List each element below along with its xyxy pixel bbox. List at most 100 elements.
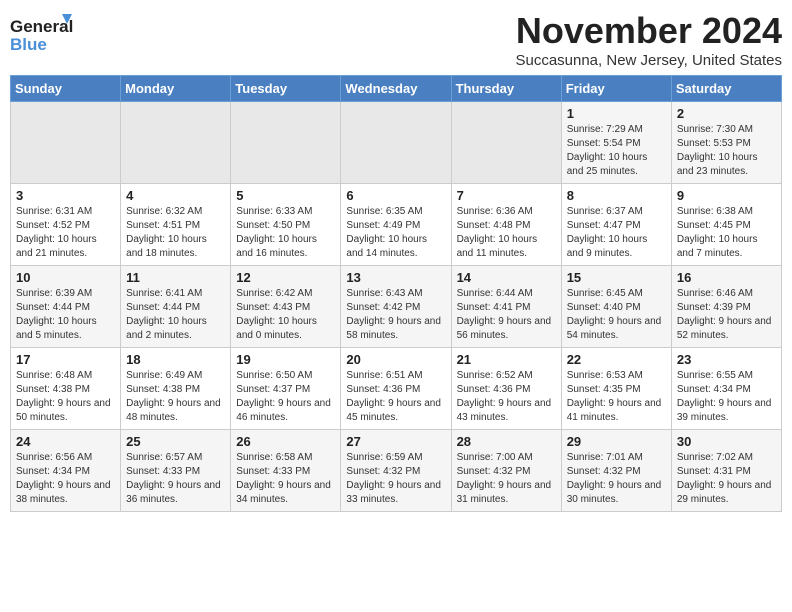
day-info: Sunrise: 6:48 AM Sunset: 4:38 PM Dayligh… [16, 369, 115, 425]
day-number: 24 [16, 434, 115, 449]
day-number: 9 [677, 188, 776, 203]
day-number: 5 [236, 188, 335, 203]
day-info: Sunrise: 6:55 AM Sunset: 4:34 PM Dayligh… [677, 369, 776, 425]
day-number: 17 [16, 352, 115, 367]
calendar-cell: 25 Sunrise: 6:57 AM Sunset: 4:33 PM Dayli… [121, 430, 231, 512]
day-info: Sunrise: 6:43 AM Sunset: 4:42 PM Dayligh… [346, 287, 445, 343]
day-info: Sunrise: 6:31 AM Sunset: 4:52 PM Dayligh… [16, 205, 115, 261]
day-info: Sunrise: 6:56 AM Sunset: 4:34 PM Dayligh… [16, 451, 115, 507]
day-number: 26 [236, 434, 335, 449]
day-number: 11 [126, 270, 225, 285]
day-info: Sunrise: 6:37 AM Sunset: 4:47 PM Dayligh… [567, 205, 666, 261]
day-info: Sunrise: 6:46 AM Sunset: 4:39 PM Dayligh… [677, 287, 776, 343]
day-info: Sunrise: 6:44 AM Sunset: 4:41 PM Dayligh… [457, 287, 556, 343]
weekday-header-saturday: Saturday [671, 76, 781, 102]
day-number: 7 [457, 188, 556, 203]
calendar-cell [11, 102, 121, 184]
calendar-cell [341, 102, 451, 184]
location: Succasunna, New Jersey, United States [515, 52, 782, 69]
calendar-cell: 18 Sunrise: 6:49 AM Sunset: 4:38 PM Dayli… [121, 348, 231, 430]
day-info: Sunrise: 6:45 AM Sunset: 4:40 PM Dayligh… [567, 287, 666, 343]
day-info: Sunrise: 6:41 AM Sunset: 4:44 PM Dayligh… [126, 287, 225, 343]
day-number: 6 [346, 188, 445, 203]
day-number: 20 [346, 352, 445, 367]
calendar-cell: 12Sunrise: 6:42 AM Sunset: 4:43 PM Dayli… [231, 266, 341, 348]
day-info: Sunrise: 6:33 AM Sunset: 4:50 PM Dayligh… [236, 205, 335, 261]
day-number: 28 [457, 434, 556, 449]
calendar-cell: 27Sunrise: 6:59 AM Sunset: 4:32 PM Dayli… [341, 430, 451, 512]
day-number: 19 [236, 352, 335, 367]
weekday-header-tuesday: Tuesday [231, 76, 341, 102]
day-info: Sunrise: 6:51 AM Sunset: 4:36 PM Dayligh… [346, 369, 445, 425]
calendar-cell: 19 Sunrise: 6:50 AM Sunset: 4:37 PM Dayli… [231, 348, 341, 430]
calendar-cell: 26 Sunrise: 6:58 AM Sunset: 4:33 PM Dayli… [231, 430, 341, 512]
calendar-cell [451, 102, 561, 184]
day-info: Sunrise: 6:57 AM Sunset: 4:33 PM Dayligh… [126, 451, 225, 507]
day-number: 23 [677, 352, 776, 367]
calendar-cell: 14 Sunrise: 6:44 AM Sunset: 4:41 PM Dayli… [451, 266, 561, 348]
calendar-cell [231, 102, 341, 184]
calendar-cell: 10 Sunrise: 6:39 AM Sunset: 4:44 PM Dayli… [11, 266, 121, 348]
day-info: Sunrise: 6:50 AM Sunset: 4:37 PM Dayligh… [236, 369, 335, 425]
day-info: Sunrise: 6:42 AM Sunset: 4:43 PM Dayligh… [236, 287, 335, 343]
day-info: Sunrise: 6:39 AM Sunset: 4:44 PM Dayligh… [16, 287, 115, 343]
calendar-cell: 4 Sunrise: 6:32 AM Sunset: 4:51 PM Daylig… [121, 184, 231, 266]
day-number: 16 [677, 270, 776, 285]
day-info: Sunrise: 7:29 AM Sunset: 5:54 PM Dayligh… [567, 123, 666, 179]
day-info: Sunrise: 6:36 AM Sunset: 4:48 PM Dayligh… [457, 205, 556, 261]
calendar-cell: 15 Sunrise: 6:45 AM Sunset: 4:40 PM Dayli… [561, 266, 671, 348]
weekday-header-thursday: Thursday [451, 76, 561, 102]
day-number: 29 [567, 434, 666, 449]
calendar-cell: 17 Sunrise: 6:48 AM Sunset: 4:38 PM Dayli… [11, 348, 121, 430]
day-number: 4 [126, 188, 225, 203]
page-header: General Blue November 2024 Succasunna, N… [10, 10, 782, 69]
calendar-cell: 28Sunrise: 7:00 AM Sunset: 4:32 PM Dayli… [451, 430, 561, 512]
calendar-cell: 23 Sunrise: 6:55 AM Sunset: 4:34 PM Dayli… [671, 348, 781, 430]
calendar-cell: 21 Sunrise: 6:52 AM Sunset: 4:36 PM Dayli… [451, 348, 561, 430]
day-info: Sunrise: 6:58 AM Sunset: 4:33 PM Dayligh… [236, 451, 335, 507]
day-number: 14 [457, 270, 556, 285]
day-number: 18 [126, 352, 225, 367]
calendar-cell: 9 Sunrise: 6:38 AM Sunset: 4:45 PM Daylig… [671, 184, 781, 266]
day-number: 30 [677, 434, 776, 449]
day-info: Sunrise: 6:49 AM Sunset: 4:38 PM Dayligh… [126, 369, 225, 425]
day-info: Sunrise: 6:35 AM Sunset: 4:49 PM Dayligh… [346, 205, 445, 261]
calendar-table: SundayMondayTuesdayWednesdayThursdayFrid… [10, 75, 782, 512]
calendar-cell: 30 Sunrise: 7:02 AM Sunset: 4:31 PM Dayli… [671, 430, 781, 512]
calendar-cell: 22 Sunrise: 6:53 AM Sunset: 4:35 PM Dayli… [561, 348, 671, 430]
svg-text:Blue: Blue [10, 35, 47, 54]
day-info: Sunrise: 6:32 AM Sunset: 4:51 PM Dayligh… [126, 205, 225, 261]
day-info: Sunrise: 6:52 AM Sunset: 4:36 PM Dayligh… [457, 369, 556, 425]
day-number: 10 [16, 270, 115, 285]
calendar-cell: 8 Sunrise: 6:37 AM Sunset: 4:47 PM Daylig… [561, 184, 671, 266]
day-info: Sunrise: 6:38 AM Sunset: 4:45 PM Dayligh… [677, 205, 776, 261]
calendar-cell: 5 Sunrise: 6:33 AM Sunset: 4:50 PM Daylig… [231, 184, 341, 266]
calendar-cell: 20 Sunrise: 6:51 AM Sunset: 4:36 PM Dayli… [341, 348, 451, 430]
weekday-header-sunday: Sunday [11, 76, 121, 102]
day-number: 15 [567, 270, 666, 285]
day-number: 3 [16, 188, 115, 203]
day-info: Sunrise: 6:53 AM Sunset: 4:35 PM Dayligh… [567, 369, 666, 425]
day-info: Sunrise: 7:30 AM Sunset: 5:53 PM Dayligh… [677, 123, 776, 179]
day-number: 22 [567, 352, 666, 367]
logo-icon: General Blue [10, 10, 80, 60]
calendar-cell: 24 Sunrise: 6:56 AM Sunset: 4:34 PM Dayli… [11, 430, 121, 512]
logo: General Blue [10, 10, 80, 60]
calendar-cell: 13Sunrise: 6:43 AM Sunset: 4:42 PM Dayli… [341, 266, 451, 348]
weekday-header-monday: Monday [121, 76, 231, 102]
calendar-cell: 2Sunrise: 7:30 AM Sunset: 5:53 PM Daylig… [671, 102, 781, 184]
day-info: Sunrise: 6:59 AM Sunset: 4:32 PM Dayligh… [346, 451, 445, 507]
svg-text:General: General [10, 17, 73, 36]
calendar-cell: 3 Sunrise: 6:31 AM Sunset: 4:52 PM Daylig… [11, 184, 121, 266]
calendar-cell: 16 Sunrise: 6:46 AM Sunset: 4:39 PM Dayli… [671, 266, 781, 348]
day-info: Sunrise: 7:02 AM Sunset: 4:31 PM Dayligh… [677, 451, 776, 507]
day-info: Sunrise: 7:01 AM Sunset: 4:32 PM Dayligh… [567, 451, 666, 507]
month-title: November 2024 [515, 10, 782, 52]
calendar-cell: 6 Sunrise: 6:35 AM Sunset: 4:49 PM Daylig… [341, 184, 451, 266]
day-number: 21 [457, 352, 556, 367]
calendar-cell: 1Sunrise: 7:29 AM Sunset: 5:54 PM Daylig… [561, 102, 671, 184]
calendar-cell: 11 Sunrise: 6:41 AM Sunset: 4:44 PM Dayli… [121, 266, 231, 348]
calendar-cell: 7 Sunrise: 6:36 AM Sunset: 4:48 PM Daylig… [451, 184, 561, 266]
day-number: 25 [126, 434, 225, 449]
day-number: 8 [567, 188, 666, 203]
